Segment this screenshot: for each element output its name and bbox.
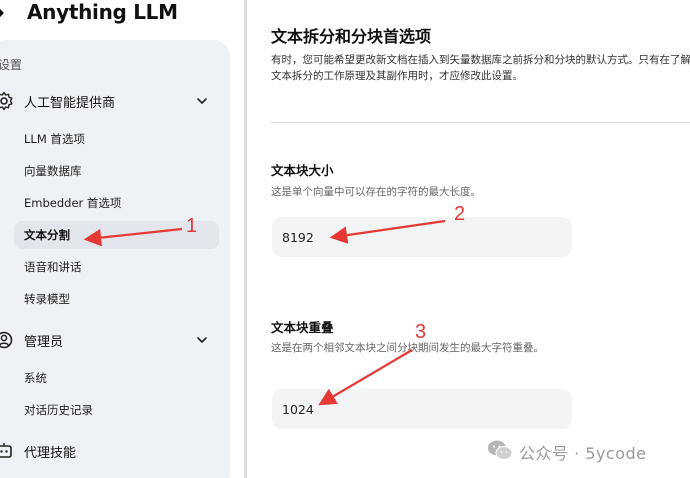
chunk-size-input[interactable] xyxy=(272,217,572,257)
annotation-label-3: 3 xyxy=(415,321,427,343)
app-logo: Anything LLM xyxy=(0,0,230,30)
annotation-label-2: 2 xyxy=(454,203,466,225)
sidebar-group-agent-skills[interactable]: 代理技能 xyxy=(0,436,222,466)
sidebar-group-label: 人工智能提供商 xyxy=(24,95,116,111)
chevron-down-icon[interactable] xyxy=(196,334,208,346)
settings-section-label: 设置 xyxy=(0,58,23,72)
sidebar-item-label: 文本分割 xyxy=(24,228,70,242)
sidebar-item-voice-speech[interactable]: 语音和讲话 xyxy=(14,253,219,281)
chunk-overlap-input[interactable] xyxy=(272,389,572,429)
sidebar-item-label: LLM 首选项 xyxy=(24,132,85,146)
wechat-icon xyxy=(488,440,513,460)
app-name: Anything LLM xyxy=(27,0,178,24)
sidebar-item-llm-preferences[interactable]: LLM 首选项 xyxy=(14,125,219,153)
sidebar-item-chat-history[interactable]: 对话历史记录 xyxy=(14,396,219,424)
sidebar-item-label: 向量数据库 xyxy=(24,164,82,178)
admin-icon xyxy=(0,331,13,349)
sidebar-item-label: 对话历史记录 xyxy=(24,403,93,417)
sidebar-item-embedder-preferences[interactable]: Embedder 首选项 xyxy=(14,189,219,217)
logo-icon xyxy=(0,8,4,18)
sidebar-item-vector-database[interactable]: 向量数据库 xyxy=(14,157,219,185)
sidebar-group-admin[interactable]: 管理员 xyxy=(0,325,222,355)
watermark-text: 公众号 · 5ycode xyxy=(519,444,647,463)
chunk-size-help: 这是单个向量中可以存在的字符的最大长度。 xyxy=(271,186,481,198)
chevron-down-icon[interactable] xyxy=(196,95,208,107)
agent-icon xyxy=(0,443,12,458)
sidebar-item-label: Embedder 首选项 xyxy=(24,196,122,210)
sidebar-group-label: 代理技能 xyxy=(24,445,77,461)
chunk-size-title: 文本块大小 xyxy=(271,163,334,178)
sidebar-item-label: 系统 xyxy=(24,371,47,385)
chunk-overlap-title: 文本块重叠 xyxy=(271,320,334,335)
sidebar-item-transcription-model[interactable]: 转录模型 xyxy=(14,285,219,313)
sidebar-group-ai-providers[interactable]: 人工智能提供商 xyxy=(0,86,222,116)
page-title: 文本拆分和分块首选项 xyxy=(271,27,432,46)
annotation-label-1: 1 xyxy=(186,215,198,237)
sidebar-item-label: 语音和讲话 xyxy=(24,260,82,274)
sidebar-item-label: 转录模型 xyxy=(24,292,70,306)
panel-divider xyxy=(244,0,247,478)
sidebar-item-system[interactable]: 系统 xyxy=(14,364,219,392)
section-divider xyxy=(271,122,690,123)
sidebar-group-label: 管理员 xyxy=(24,334,64,350)
gear-icon xyxy=(0,91,13,111)
watermark: 公众号 · 5ycode xyxy=(487,437,687,465)
page-description: 有时，您可能希望更改新文档在插入到矢量数据库之前拆分和分块的默认方式。只有在了解… xyxy=(271,54,690,82)
